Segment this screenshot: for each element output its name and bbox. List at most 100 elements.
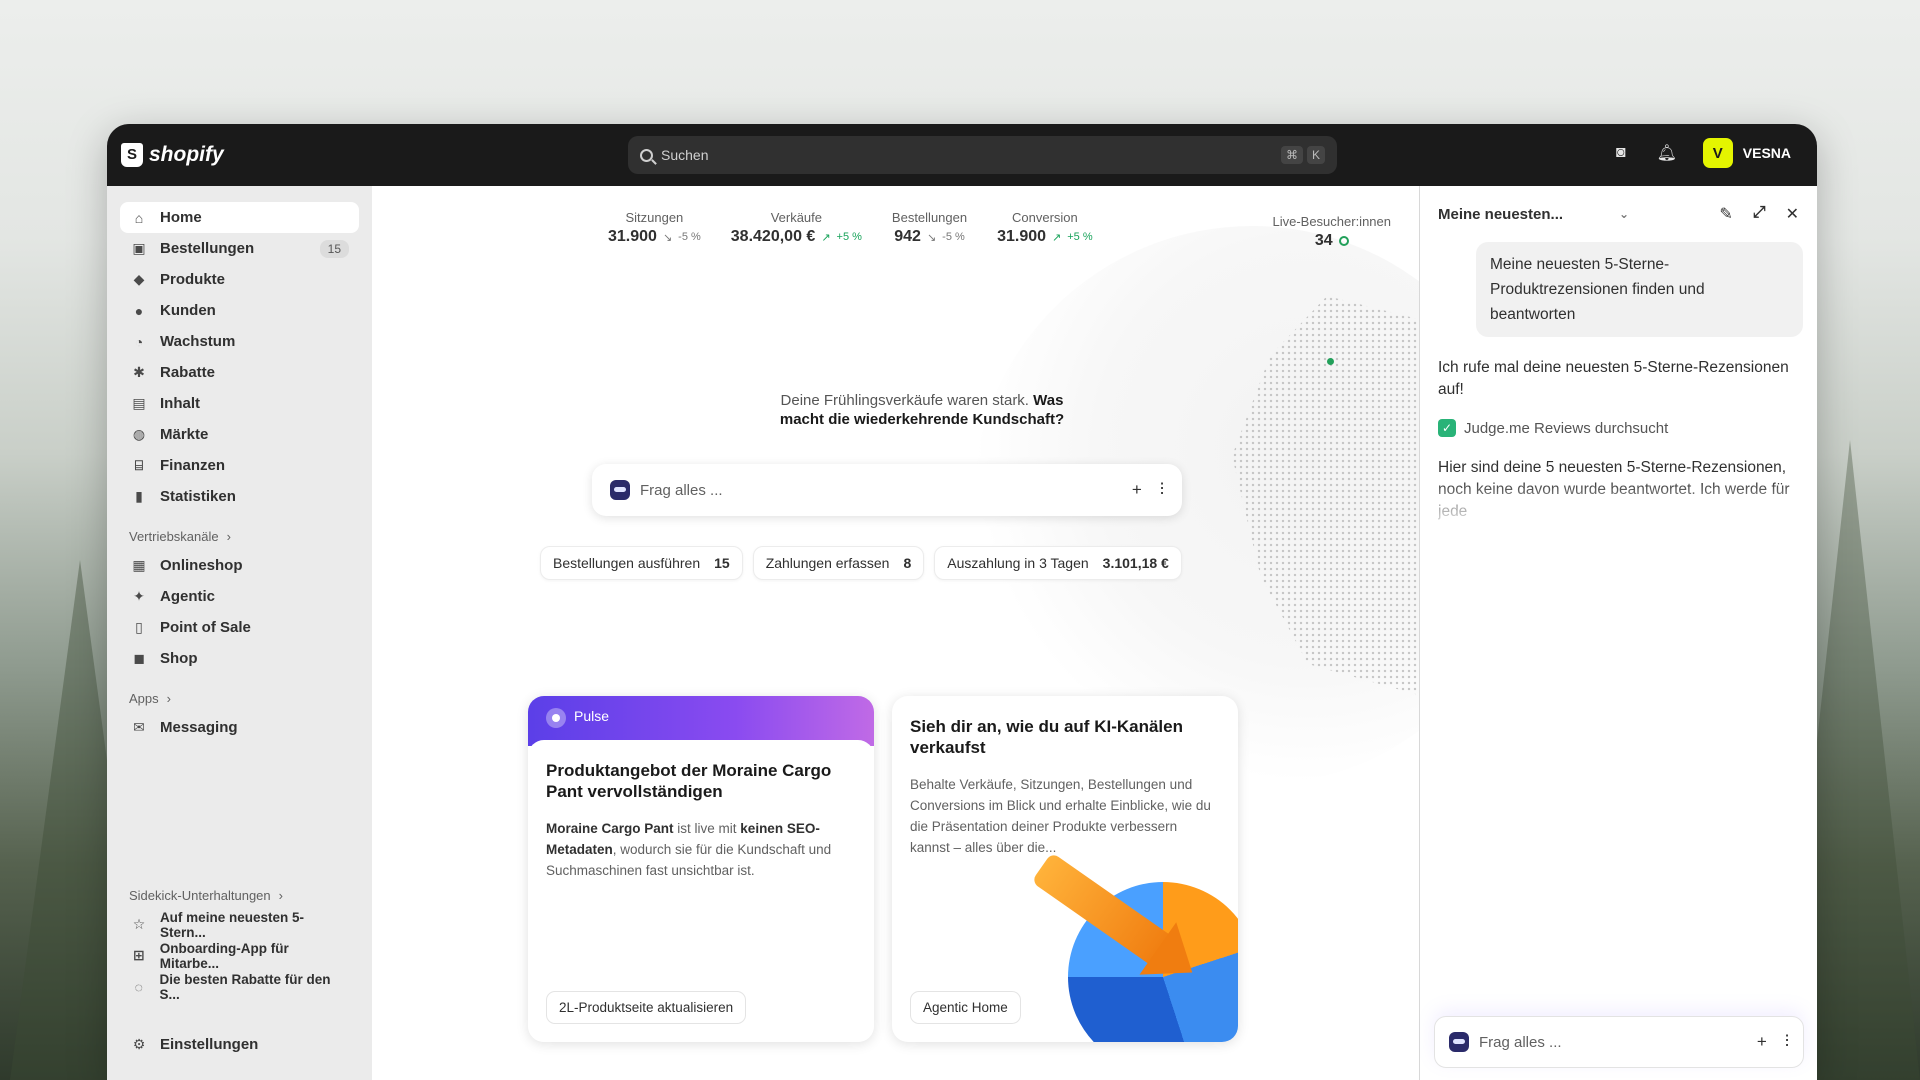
sidebar-item-growth[interactable]: ◔ Wachstum <box>120 326 359 357</box>
gear-icon: ⚙ <box>132 1036 146 1052</box>
user-message: Meine neuesten 5-Sterne-Produktrezension… <box>1476 242 1803 337</box>
pill-label: Zahlungen erfassen <box>765 555 890 571</box>
metric-value: 38.420,00 € <box>730 228 816 245</box>
metric-sessions[interactable]: Sitzungen 31.900 ↘ -5 % <box>608 210 701 246</box>
trend-up-icon: ↗ <box>821 231 831 244</box>
pill-capture-payments[interactable]: Zahlungen erfassen 8 <box>752 546 925 580</box>
chat-title[interactable]: Meine neuesten... <box>1438 206 1563 223</box>
pill-payout[interactable]: Auszahlung in 3 Tagen 3.101,18 € <box>934 546 1182 580</box>
sidekick-heading[interactable]: Sidekick-Unterhaltungen › <box>129 885 372 905</box>
metric-trend: +5 % <box>1067 231 1093 243</box>
expand-icon[interactable]: ⤢ <box>1753 204 1766 224</box>
ai-channels-card[interactable]: Sieh dir an, wie du auf KI-Kanälen verka… <box>892 696 1238 1042</box>
bar-chart-icon: ▮ <box>135 488 143 504</box>
brand-name: shopify <box>149 143 224 166</box>
metric-trend: +5 % <box>836 231 862 243</box>
sidebar-item-discounts[interactable]: ✱ Rabatte <box>120 357 359 388</box>
sidekick-conversation[interactable]: ☆ Auf meine neuesten 5-Stern... <box>120 909 359 940</box>
live-value: 34 <box>1314 232 1333 249</box>
sidekick-conversation[interactable]: ⊞ Onboarding-App für Mitarbe... <box>120 940 359 971</box>
metrics-bar[interactable]: Sitzungen 31.900 ↘ -5 % Verkäufe 38.420,00… <box>608 210 1093 246</box>
sidebar-item-label: Die besten Rabatte für den S... <box>159 971 331 1002</box>
target-chart-illustration <box>1008 852 1238 1042</box>
shopify-logo[interactable]: shopify <box>121 143 224 167</box>
bell-icon[interactable]: 🔔︎ <box>1657 143 1677 163</box>
live-visitors[interactable]: Live-Besucher:innen 34 <box>1272 214 1391 250</box>
sidebar-item-home[interactable]: ⌂ Home <box>120 202 359 233</box>
plus-icon[interactable]: + <box>1132 480 1142 500</box>
sidekick-conversation[interactable]: ◌ Die besten Rabatte für den S... <box>120 971 359 1002</box>
metric-label: Verkäufe <box>770 210 823 225</box>
pos-icon: ▯ <box>135 619 143 635</box>
pill-fulfill-orders[interactable]: Bestellungen ausführen 15 <box>540 546 743 580</box>
sidebar-item-markets[interactable]: ◍ Märkte <box>120 419 359 450</box>
pulse-tag: Pulse <box>574 708 610 724</box>
checkmark-icon: ✓ <box>1438 419 1456 437</box>
sidebar-item-analytics[interactable]: ▮ Statistiken <box>120 481 359 512</box>
close-icon[interactable]: ✕ <box>1786 204 1799 224</box>
sidebar-item-label: Märkte <box>160 426 209 443</box>
chevron-right-icon: › <box>278 887 283 903</box>
pulse-card[interactable]: Pulse Produktangebot der Moraine Cargo P… <box>528 696 874 1042</box>
sidebar-item-onlineshop[interactable]: ▦ Onlineshop <box>120 550 359 581</box>
sidebar-item-finance[interactable]: ⌸ Finanzen <box>120 450 359 481</box>
sidekick-chat-panel: Meine neuesten... ⌄ ✎ ⤢ ✕ Meine neuesten… <box>1419 186 1817 1080</box>
sidebar-item-customers[interactable]: ● Kunden <box>120 295 359 326</box>
sidekick-suggestion: Deine Frühlingsverkäufe waren stark. Was… <box>772 391 1072 429</box>
sidebar-item-products[interactable]: ◆ Produkte <box>120 264 359 295</box>
sidebar-item-label: Bestellungen <box>160 240 255 257</box>
metric-orders[interactable]: Bestellungen 942 ↘ -5 % <box>892 210 967 246</box>
sidebar-item-label: Wachstum <box>160 333 236 350</box>
person-icon: ● <box>134 302 144 319</box>
search-input[interactable]: Suchen ⌘ K <box>628 136 1337 174</box>
voice-icon[interactable]: ⫶ <box>1160 480 1164 500</box>
sidebar-item-settings[interactable]: ⚙ Einstellungen <box>120 1029 359 1060</box>
sidekick-icon[interactable]: ◙ <box>1611 143 1631 163</box>
apps-heading[interactable]: Apps › <box>129 688 372 708</box>
new-chat-icon[interactable]: ✎ <box>1719 204 1732 224</box>
metric-value: 942 <box>894 228 921 245</box>
star-icon: ☆ <box>132 916 146 932</box>
tool-call-status[interactable]: ✓ Judge.me Reviews durchsucht <box>1438 419 1799 437</box>
voice-icon[interactable]: ⫶ <box>1785 1032 1789 1052</box>
metric-label: Conversion <box>1011 210 1078 225</box>
task-pills: Bestellungen ausführen 15 Zahlungen erfas… <box>540 546 1182 580</box>
chat-input[interactable]: Frag alles ... + ⫶ <box>1434 1016 1804 1068</box>
store-icon: ▦ <box>132 557 146 573</box>
sidebar-item-label: Shop <box>160 650 198 667</box>
plus-icon[interactable]: + <box>1757 1032 1767 1052</box>
update-product-page-button[interactable]: 2L-Produktseite aktualisieren <box>546 991 747 1024</box>
sidebar-item-label: Onboarding-App für Mitarbe... <box>159 940 289 971</box>
sidebar-item-messaging[interactable]: ✉ Messaging <box>120 712 359 743</box>
sales-channels-heading[interactable]: Vertriebskanäle › <box>129 526 372 546</box>
account-menu[interactable]: V VESNA <box>1702 138 1791 168</box>
live-visitor-pin <box>1327 358 1334 365</box>
gauge-icon: ◔ <box>134 333 144 350</box>
sidebar-item-agentic[interactable]: ✦ Agentic <box>120 581 359 612</box>
sidebar-item-orders[interactable]: ▣ Bestellungen 15 <box>120 233 359 264</box>
topbar: shopify Suchen ⌘ K ◙ 🔔︎ V VESNA <box>107 124 1817 186</box>
sidebar-item-pos[interactable]: ▯ Point of Sale <box>120 612 359 643</box>
metric-conversion[interactable]: Conversion 31.900 ↗ +5 % <box>997 210 1093 246</box>
sidebar-item-label: Point of Sale <box>160 619 251 636</box>
ask-input[interactable]: Frag alles ... + ⫶ <box>592 464 1182 516</box>
shortcut-key-cmd: ⌘ <box>1280 146 1303 164</box>
sidekick-avatar-icon <box>1449 1032 1469 1052</box>
card-title: Produktangebot der Moraine Cargo Pant ve… <box>546 761 832 801</box>
metric-trend: -5 % <box>678 231 701 243</box>
trend-down-icon: ↘ <box>662 231 673 244</box>
app-window: shopify Suchen ⌘ K ◙ 🔔︎ V VESNA ⌂ Home ▣ B… <box>107 124 1817 1080</box>
account-name: VESNA <box>1742 145 1791 161</box>
sidebar-item-label: Kunden <box>160 302 216 319</box>
search-icon <box>640 148 653 162</box>
chevron-down-icon[interactable]: ⌄ <box>1619 207 1629 221</box>
shopify-bag-icon <box>121 143 143 167</box>
chat-header: Meine neuesten... ⌄ ✎ ⤢ ✕ <box>1420 186 1817 242</box>
sidebar-item-content[interactable]: ▤ Inhalt <box>120 388 359 419</box>
metric-sales[interactable]: Verkäufe 38.420,00 € ↗ +5 % <box>731 210 862 246</box>
chevron-right-icon: › <box>166 690 171 706</box>
agentic-home-button[interactable]: Agentic Home <box>910 991 1021 1024</box>
shop-app-icon: ◼ <box>133 650 145 666</box>
sidebar-item-shop[interactable]: ◼ Shop <box>120 643 359 674</box>
sidebar-item-label: Onlineshop <box>160 557 243 574</box>
